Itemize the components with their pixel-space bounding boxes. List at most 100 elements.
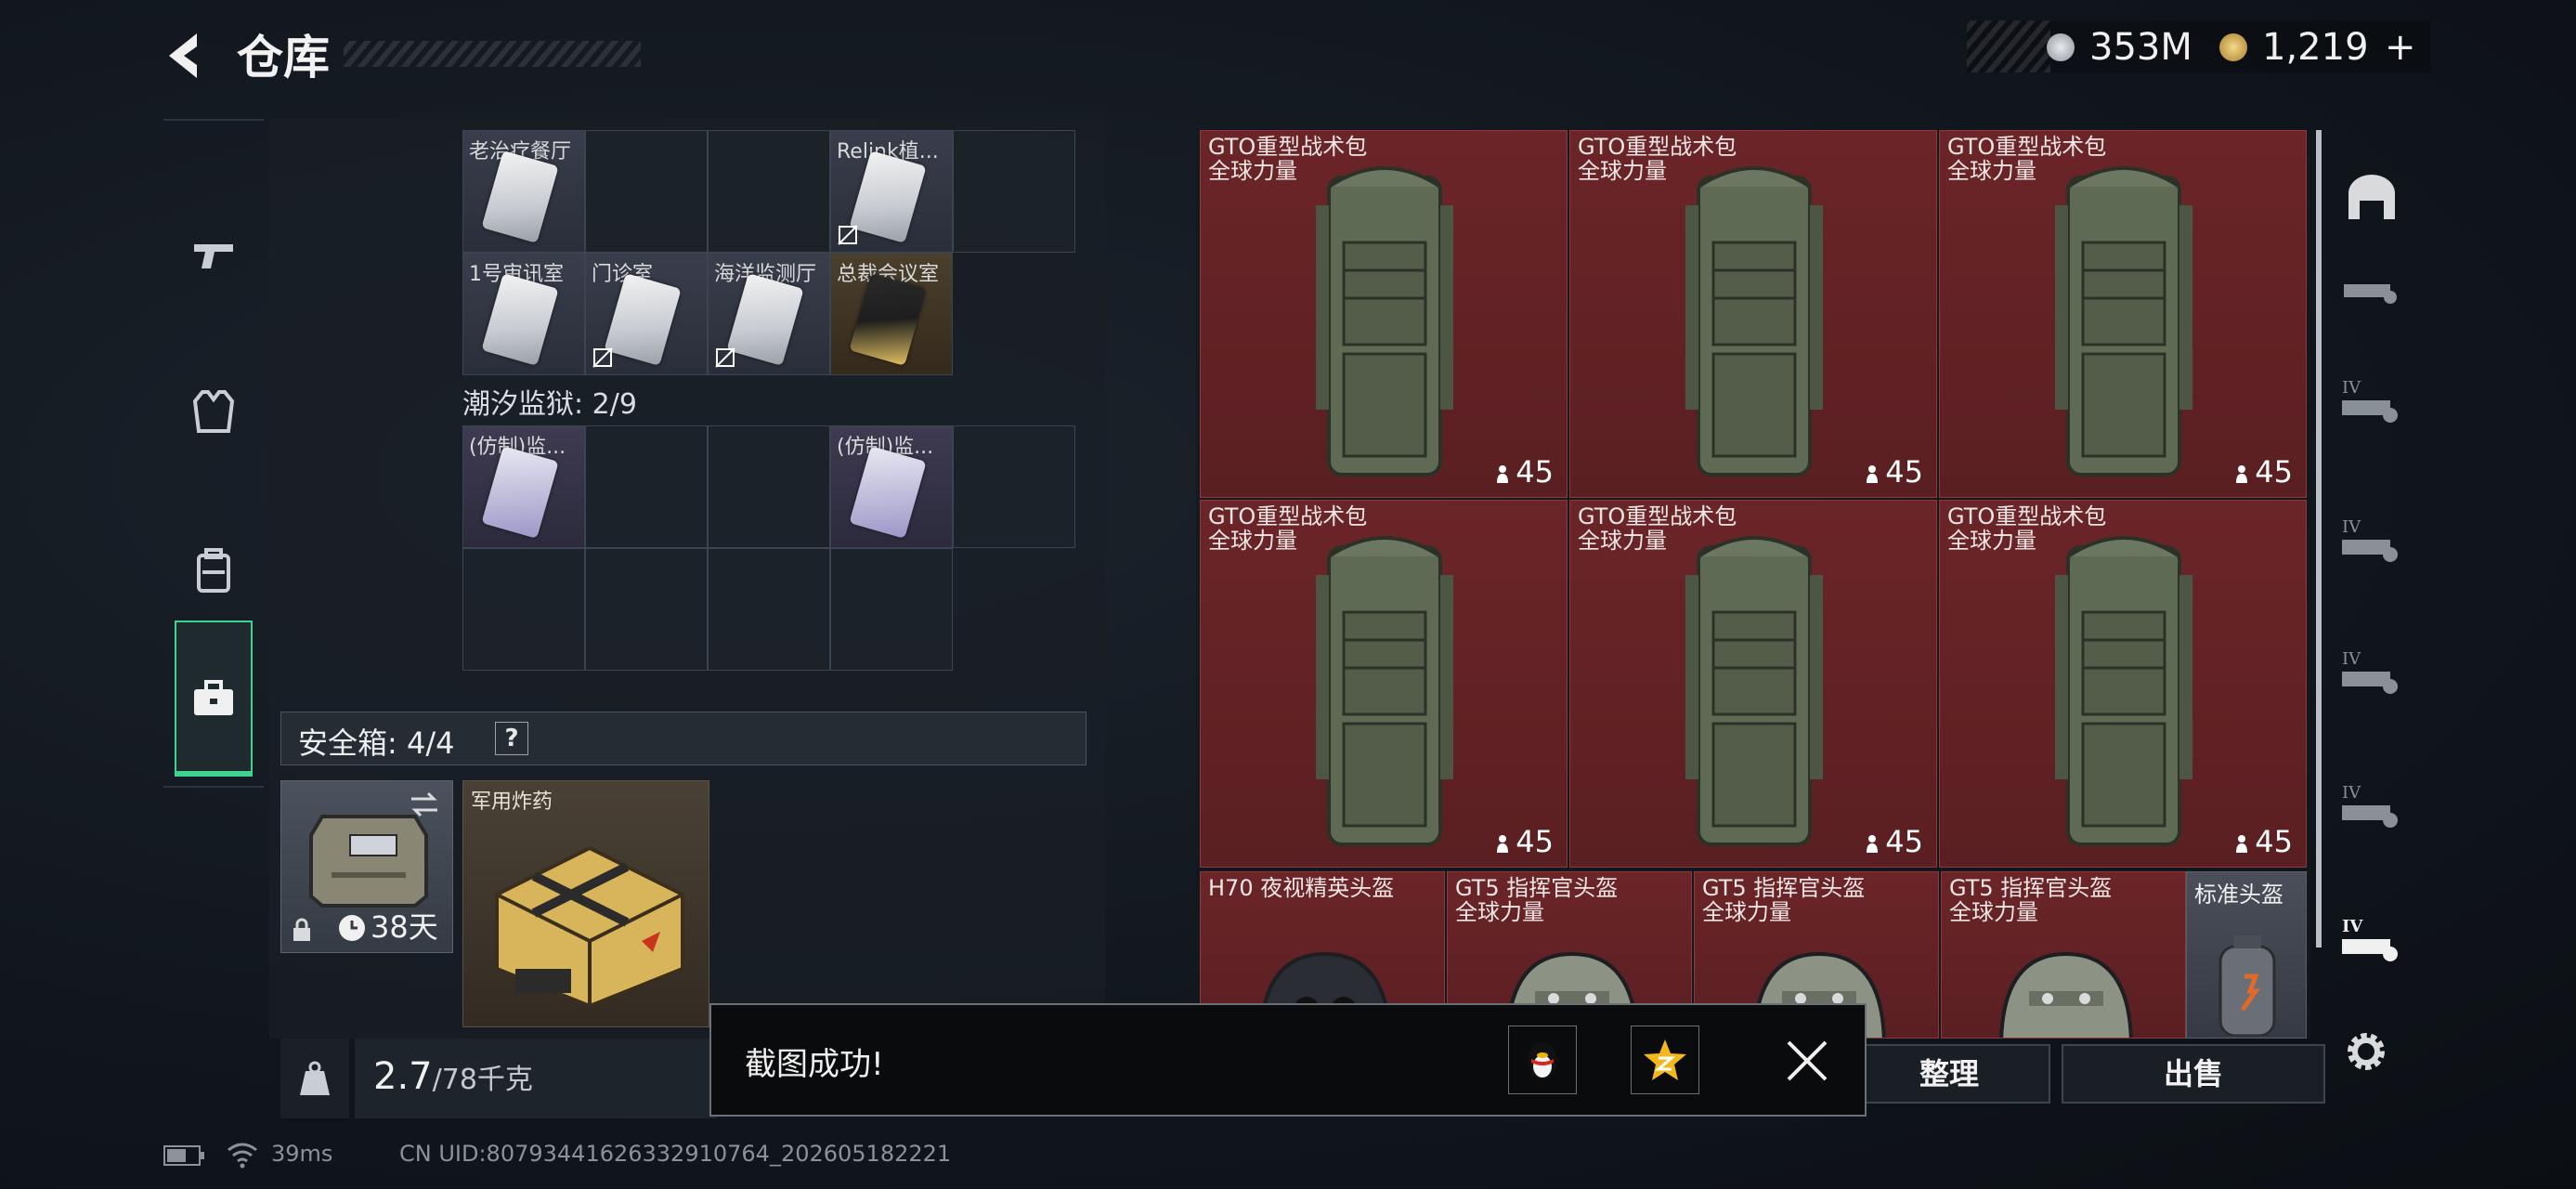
share-qq-button[interactable]	[1508, 1026, 1577, 1094]
inventory-item[interactable]: GTO重型战术包 全球力量 45	[1200, 500, 1568, 868]
item-brand: 全球力量	[1947, 158, 2036, 184]
tier-iv-icon: IV	[2342, 783, 2398, 828]
swap-icon[interactable]	[408, 790, 441, 818]
durability-icon	[1497, 835, 1509, 853]
svg-text:IV: IV	[2342, 783, 2361, 803]
qzone-star-icon	[1644, 1039, 1686, 1080]
item-durability: 45	[1865, 454, 1923, 490]
player-uid: CN UID:8079344162633291076​4_20260518222…	[399, 1141, 952, 1167]
item-name: GT5 指挥官头盔 全球力量	[1455, 876, 1618, 924]
keycard-slot[interactable]: 门诊室	[585, 253, 708, 375]
inventory-item[interactable]: GTO重型战术包 全球力量 45	[1200, 130, 1568, 498]
item-count: 45	[1516, 824, 1554, 859]
empty-slot[interactable]	[462, 548, 585, 671]
keycard-icon	[849, 273, 927, 366]
item-title: GT5 指挥官头盔	[1949, 875, 2113, 901]
scrollbar-thumb[interactable]	[2316, 130, 2322, 947]
svg-text:IV: IV	[2342, 917, 2363, 936]
sort-button[interactable]: 整理	[1848, 1044, 2050, 1104]
backpack-icon	[2055, 166, 2192, 477]
item-title: GTO重型战术包	[1578, 503, 1737, 529]
item-name: GT5 指挥官头盔 全球力量	[1949, 876, 2112, 924]
toast-close-button[interactable]	[1777, 1031, 1837, 1091]
safebox-icon	[309, 815, 428, 908]
inventory-item[interactable]: GTO重型战术包 全球力量 45	[1939, 500, 2307, 868]
keycard-icon	[849, 446, 927, 539]
backpack-icon	[1685, 536, 1823, 846]
help-button[interactable]: ?	[495, 722, 528, 755]
item-title: GTO重型战术包	[1947, 503, 2107, 529]
inventory-item[interactable]: GTO重型战术包 全球力量 45	[1569, 500, 1937, 868]
gold-coin-icon	[2219, 33, 2247, 61]
keycard-icon	[481, 150, 559, 243]
add-gold-button[interactable]: +	[2385, 26, 2416, 69]
nav-weapons[interactable]	[163, 176, 264, 334]
filter-tier[interactable]: IV	[2336, 351, 2407, 453]
keycard-slot[interactable]: 总裁会议室	[830, 253, 953, 375]
backpack-icon	[197, 548, 230, 593]
item-count: 45	[2255, 454, 2293, 490]
inventory-item[interactable]: GTO重型战术包 全球力量 45	[1939, 130, 2307, 498]
filter-all[interactable]	[2336, 147, 2407, 249]
filter-tier[interactable]	[2336, 258, 2407, 323]
filter-tier-active[interactable]: IV	[2336, 890, 2407, 992]
item-durability: 45	[1495, 824, 1554, 859]
item-brand: 全球力量	[1578, 528, 1667, 554]
sell-button[interactable]: 出售	[2062, 1044, 2325, 1104]
filter-tier[interactable]: IV	[2336, 622, 2407, 725]
empty-slot[interactable]	[953, 425, 1075, 548]
empty-slot[interactable]	[585, 130, 708, 253]
empty-slot[interactable]	[708, 548, 830, 671]
battery-icon	[163, 1145, 204, 1166]
item-title: GT5 指挥官头盔	[1702, 875, 1866, 901]
item-name: GTO重型战术包 全球力量	[1947, 135, 2106, 183]
empty-slot[interactable]	[585, 425, 708, 548]
explosive-slot[interactable]: 军用炸药	[462, 780, 709, 1027]
share-qzone-button[interactable]	[1631, 1026, 1699, 1094]
nav-equipment[interactable]	[163, 333, 264, 490]
keycard-slot[interactable]: Relink植...	[830, 130, 953, 253]
durability-icon	[2236, 465, 2248, 483]
keycard-slot[interactable]: 海洋监测厅	[708, 253, 830, 375]
empty-slot[interactable]	[585, 548, 708, 671]
not-tradeable-icon	[715, 347, 735, 368]
item-brand: 全球力量	[1702, 899, 1791, 925]
tier-iv-icon	[2344, 284, 2397, 304]
back-button[interactable]	[160, 28, 215, 84]
weight-current: 2.7	[373, 1055, 433, 1098]
screenshot-toast: 截图成功!	[709, 1003, 1867, 1117]
nav-items[interactable]	[175, 621, 253, 777]
svg-text:IV: IV	[2342, 649, 2361, 669]
tier-iv-icon: IV	[2342, 649, 2398, 694]
silver-coin-icon	[2047, 33, 2075, 61]
filter-tier[interactable]: IV	[2336, 756, 2407, 858]
tier-iv-icon: IV	[2342, 378, 2398, 423]
filter-tier[interactable]: IV	[2336, 490, 2407, 593]
safebox-days: 38天	[371, 909, 438, 945]
not-tradeable-icon	[592, 347, 613, 368]
keycard-slot[interactable]: (仿制)监...	[830, 425, 953, 548]
silver-amount: 353M	[2089, 26, 2192, 69]
backpack-icon	[1316, 166, 1453, 477]
item-name: 标准头盔	[2194, 882, 2283, 908]
tier-iv-icon: IV	[2342, 917, 2398, 961]
inventory-item[interactable]: 标准头盔	[2186, 871, 2307, 1039]
keycard-slot[interactable]: (仿制)监...	[462, 425, 585, 548]
empty-slot[interactable]	[708, 425, 830, 548]
vest-icon	[193, 390, 234, 433]
empty-slot[interactable]	[830, 548, 953, 671]
empty-slot[interactable]	[708, 130, 830, 253]
inventory-item[interactable]: GTO重型战术包 全球力量 45	[1569, 130, 1937, 498]
safebox-slot[interactable]: 38天	[280, 780, 453, 953]
keycard-slot[interactable]: 老治疗餐厅	[462, 130, 585, 253]
backpack-icon	[2055, 536, 2192, 846]
keycard-icon	[726, 273, 804, 366]
inventory-item[interactable]: GT5 指挥官头盔 全球力量	[1941, 871, 2186, 1039]
empty-slot[interactable]	[953, 130, 1075, 253]
settings-button[interactable]	[2340, 1026, 2392, 1078]
item-name: GTO重型战术包 全球力量	[1208, 135, 1367, 183]
backpack-icon	[1685, 166, 1823, 477]
item-brand: 全球力量	[1578, 158, 1667, 184]
keycard-slot[interactable]: 1号审讯室	[462, 253, 585, 375]
item-name: GTO重型战术包 全球力量	[1947, 504, 2106, 553]
